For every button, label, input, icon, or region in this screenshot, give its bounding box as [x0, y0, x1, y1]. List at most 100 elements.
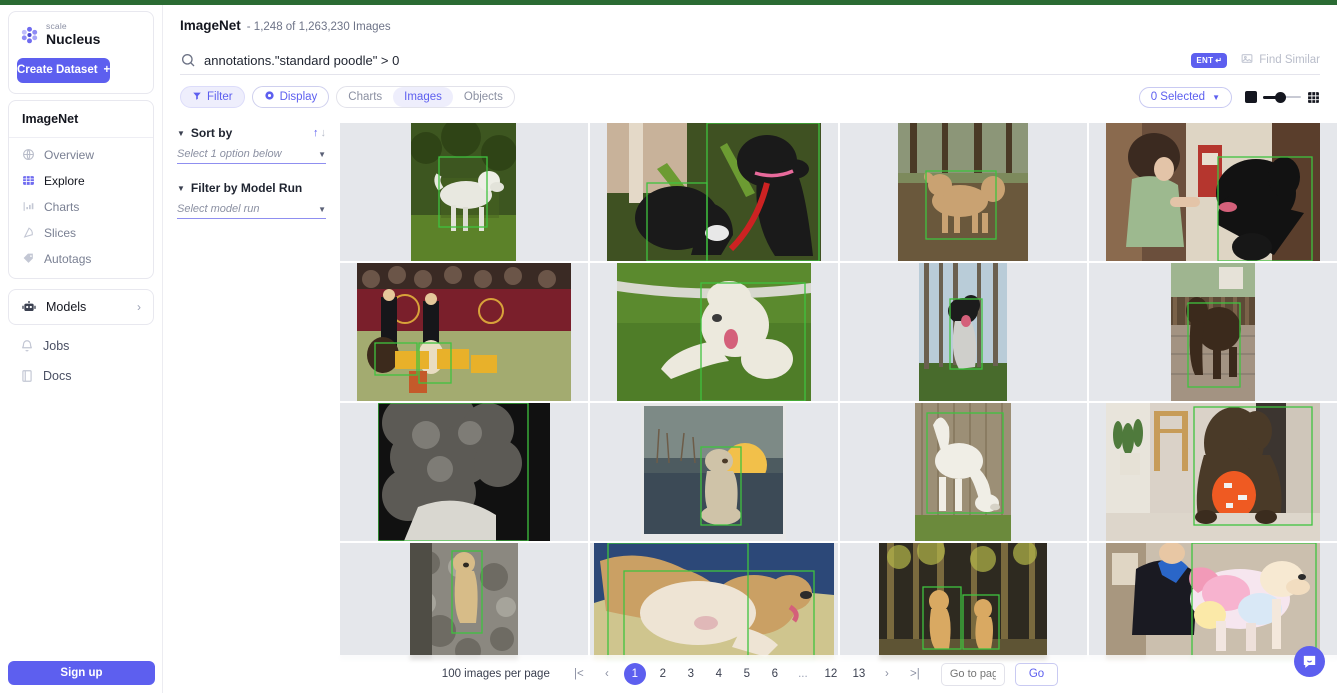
image-cell-two-apricot-poodles-in-birch-woods[interactable]: [839, 543, 1088, 660]
image-cell-child-with-black-poodle-indoors[interactable]: [1089, 123, 1337, 261]
caret-down-icon: ▼: [177, 128, 185, 138]
filter-button[interactable]: Filter: [180, 86, 245, 108]
sidebar-label-docs: Docs: [43, 368, 72, 383]
display-label: Display: [279, 91, 318, 103]
search-bar[interactable]: annotations."standard poodle" > 0 ENT ↵ …: [180, 46, 1320, 75]
image-cell-white-poodle-standing-on-grass[interactable]: [340, 123, 588, 261]
sidebar-lower-nav: Jobs Docs: [0, 329, 162, 391]
image-cell-rainbow-dyed-poodle-with-groomer[interactable]: [1089, 543, 1337, 660]
sidebar-label-autotags: Autotags: [44, 251, 92, 266]
sort-direction-toggle[interactable]: ↑ ↓: [313, 127, 326, 139]
page-title: ImageNet: [180, 18, 241, 33]
image-cell-brown-poodle-with-orange-ball-indoors[interactable]: [1089, 403, 1337, 541]
display-button[interactable]: Display: [251, 86, 330, 108]
last-page-button[interactable]: >|: [904, 663, 926, 685]
page-ellipsis: ...: [798, 668, 808, 680]
brand-card: scale Nucleus Create Dataset +: [8, 11, 154, 94]
first-page-button[interactable]: |<: [568, 663, 590, 685]
sidebar: scale Nucleus Create Dataset + ImageNet …: [0, 5, 163, 693]
sidebar-item-explore[interactable]: Explore: [9, 168, 153, 194]
per-page-label: 100 images per page: [441, 668, 550, 680]
create-dataset-label: Create Dataset: [17, 64, 98, 77]
image-cell-white-poodle-lying-on-grass[interactable]: [589, 263, 838, 401]
image-cell-poodle-lying-on-blue-blanket[interactable]: [589, 543, 838, 660]
model-run-select[interactable]: Select model run ▼: [177, 203, 326, 219]
sort-by-header[interactable]: ▼ Sort by ↑ ↓: [177, 126, 326, 140]
image-cell-apricot-poodle-on-rocky-path[interactable]: [340, 543, 588, 660]
image-cell-dog-show-ring-with-handlers[interactable]: [340, 263, 588, 401]
sidebar-item-models[interactable]: Models ›: [8, 288, 154, 325]
arrow-up-icon[interactable]: ↑: [313, 127, 319, 139]
go-button[interactable]: Go: [1014, 662, 1059, 686]
chat-bubble-icon[interactable]: [1294, 646, 1325, 677]
sidebar-item-slices[interactable]: Slices: [9, 220, 153, 246]
page-button-2[interactable]: 2: [652, 663, 674, 685]
sort-by-label: Sort by: [190, 126, 233, 140]
slider-knob[interactable]: [1275, 91, 1286, 103]
sort-by-select[interactable]: Select 1 option below ▼: [177, 148, 326, 164]
slice-icon: [21, 226, 35, 240]
main-area: ImageNet - 1,248 of 1,263,230 Images ann…: [163, 5, 1337, 693]
search-input[interactable]: annotations."standard poodle" > 0: [204, 53, 1191, 68]
image-cell-close-up-grey-curly-poodle-coat[interactable]: [340, 403, 588, 541]
find-similar-label: Find Similar: [1259, 54, 1320, 66]
page-button-5[interactable]: 5: [736, 663, 758, 685]
image-cell-two-black-poodles-with-pink-collar-red-leash[interactable]: [589, 123, 838, 261]
page-button-6[interactable]: 6: [764, 663, 786, 685]
ent-label: ENT: [1196, 55, 1214, 65]
sidebar-item-overview[interactable]: Overview: [9, 142, 153, 168]
page-button-3[interactable]: 3: [680, 663, 702, 685]
goto-page-input[interactable]: [940, 662, 1005, 686]
chevron-down-icon: ▼: [318, 204, 326, 214]
tab-images[interactable]: Images: [393, 87, 453, 107]
sort-by-group: ▼ Sort by ↑ ↓ Select 1 option below ▼: [177, 126, 326, 164]
sidebar-item-autotags[interactable]: Autotags: [9, 246, 153, 272]
selected-label: 0 Selected: [1150, 91, 1206, 103]
selected-dropdown[interactable]: 0 Selected ▼: [1138, 86, 1232, 108]
next-page-button[interactable]: ›: [876, 663, 898, 685]
content-area: ▼ Sort by ↑ ↓ Select 1 option below ▼ ▼ …: [163, 123, 1337, 660]
page-button-12[interactable]: 12: [820, 663, 842, 685]
sidebar-item-jobs[interactable]: Jobs: [0, 331, 162, 361]
model-run-group: ▼ Filter by Model Run Select model run ▼: [177, 181, 326, 219]
page-button-4[interactable]: 4: [708, 663, 730, 685]
view-tabs: Charts Images Objects: [336, 86, 515, 108]
enter-arrow-icon: ↵: [1215, 55, 1223, 65]
pagination-bar: 100 images per page |< ‹ 1 2 3 4 5 6 ...…: [163, 655, 1337, 693]
arrow-down-icon[interactable]: ↓: [321, 127, 327, 139]
image-cell-apricot-poodle-in-woods[interactable]: [839, 123, 1088, 261]
brand-product: Nucleus: [46, 30, 101, 47]
bell-icon: [20, 339, 34, 353]
brand-company: scale: [46, 21, 67, 31]
model-run-header[interactable]: ▼ Filter by Model Run: [177, 181, 326, 195]
thumbnail-size-control[interactable]: [1245, 91, 1320, 104]
square-small-icon: [1245, 91, 1257, 103]
tag-icon: [21, 252, 35, 266]
tab-objects[interactable]: Objects: [453, 87, 514, 107]
dataset-name: ImageNet: [9, 101, 153, 138]
sort-by-placeholder: Select 1 option below: [177, 148, 282, 160]
model-run-placeholder: Select model run: [177, 203, 260, 215]
filter-panel: ▼ Sort by ↑ ↓ Select 1 option below ▼ ▼ …: [163, 123, 340, 660]
filter-label: Filter: [207, 91, 233, 103]
image-cell-brown-poodle-on-deck[interactable]: [1089, 263, 1337, 401]
image-cell-white-poodle-by-wooden-fence[interactable]: [839, 403, 1088, 541]
prev-page-button[interactable]: ‹: [596, 663, 618, 685]
grid-density-icon[interactable]: [1307, 91, 1320, 104]
find-similar-button[interactable]: Find Similar: [1240, 52, 1320, 68]
page-button-13[interactable]: 13: [848, 663, 870, 685]
image-cell-black-and-white-poodle-running-in-forest[interactable]: [839, 263, 1088, 401]
sidebar-label-slices: Slices: [44, 225, 77, 240]
chevron-right-icon: ›: [137, 299, 141, 314]
size-slider[interactable]: [1263, 91, 1301, 103]
create-dataset-button[interactable]: Create Dataset +: [17, 57, 111, 83]
dataset-nav: Overview Explore Charts Slices Autotags: [9, 138, 153, 278]
signup-button[interactable]: Sign up: [8, 661, 155, 685]
search-icon: [180, 52, 196, 68]
tab-charts[interactable]: Charts: [337, 87, 393, 107]
page-button-1[interactable]: 1: [623, 663, 646, 685]
book-icon: [20, 369, 34, 383]
sidebar-item-charts[interactable]: Charts: [9, 194, 153, 220]
sidebar-item-docs[interactable]: Docs: [0, 361, 162, 391]
image-cell-cream-poodle-at-sunset-on-snow[interactable]: [589, 403, 838, 541]
